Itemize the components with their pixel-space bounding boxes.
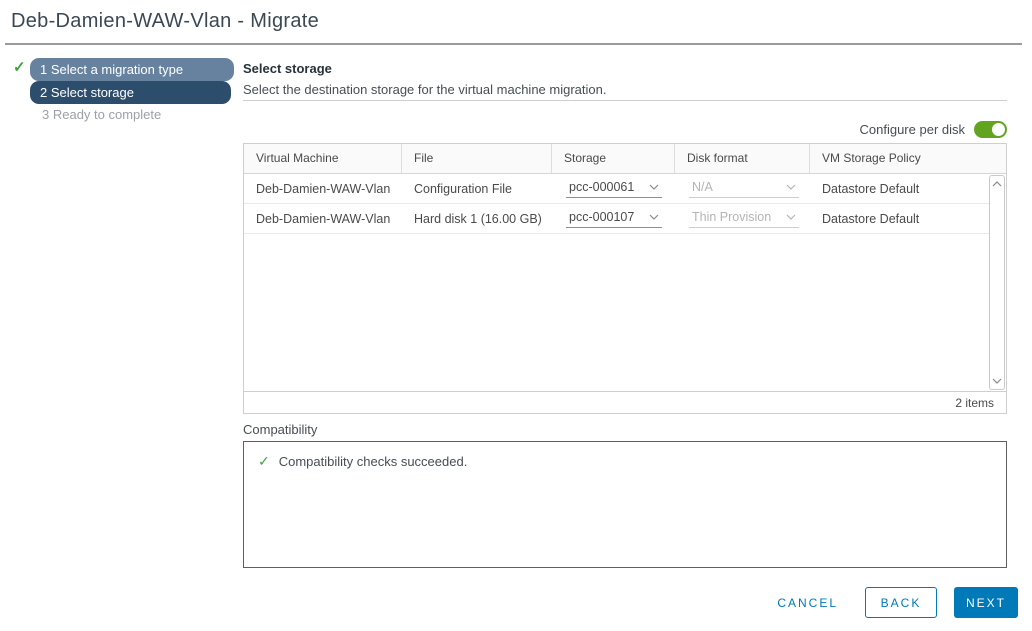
column-header-disk-format: Disk format (675, 144, 810, 173)
disk-format-select: Thin Provision (689, 209, 799, 228)
toggle-knob (992, 123, 1005, 136)
cell-file: Hard disk 1 (16.00 GB) (402, 212, 552, 226)
cell-virtual-machine: Deb-Damien-WAW-Vlan (244, 212, 402, 226)
chevron-down-icon (649, 184, 659, 190)
cell-vm-storage-policy: Datastore Default (810, 212, 989, 226)
table-scrollbar[interactable] (989, 175, 1005, 390)
table-row[interactable]: Deb-Damien-WAW-Vlan Configuration File p… (244, 174, 989, 204)
chevron-down-icon (649, 214, 659, 220)
configure-per-disk-row: Configure per disk (243, 119, 1007, 139)
storage-select[interactable]: pcc-000107 (566, 209, 662, 228)
cell-vm-storage-policy: Datastore Default (810, 182, 989, 196)
table-body: Deb-Damien-WAW-Vlan Configuration File p… (244, 174, 989, 391)
panel-description: Select the destination storage for the v… (243, 82, 606, 97)
back-button[interactable]: BACK (865, 587, 937, 618)
panel-heading: Select storage (243, 61, 332, 76)
column-header-vm-storage-policy: VM Storage Policy (810, 144, 1006, 173)
storage-table: Virtual Machine File Storage Disk format… (243, 143, 1007, 414)
table-header-row: Virtual Machine File Storage Disk format… (244, 144, 1006, 174)
chevron-down-icon (786, 214, 796, 220)
table-footer: 2 items (244, 391, 1006, 413)
wizard-step-select-storage[interactable]: 2 Select storage (30, 81, 231, 104)
wizard-step-ready-to-complete: 3 Ready to complete (42, 107, 161, 122)
disk-format-select-value: Thin Provision (692, 210, 771, 224)
column-header-storage: Storage (552, 144, 675, 173)
wizard-footer: CANCEL BACK NEXT (777, 587, 1018, 618)
storage-select[interactable]: pcc-000061 (566, 179, 662, 198)
compatibility-message: Compatibility checks succeeded. (279, 454, 468, 469)
cell-file: Configuration File (402, 182, 552, 196)
configure-per-disk-label: Configure per disk (860, 122, 966, 137)
page-title: Deb-Damien-WAW-Vlan - Migrate (11, 10, 319, 33)
title-divider (5, 43, 1022, 45)
wizard-step-select-migration-type[interactable]: 1 Select a migration type (30, 58, 234, 81)
storage-select-value: pcc-000061 (569, 180, 634, 194)
cancel-button[interactable]: CANCEL (777, 596, 838, 610)
check-icon: ✓ (13, 58, 26, 76)
chevron-down-icon (992, 378, 1002, 384)
column-header-file: File (402, 144, 552, 173)
storage-select-value: pcc-000107 (569, 210, 634, 224)
configure-per-disk-toggle[interactable] (974, 121, 1007, 138)
table-row[interactable]: Deb-Damien-WAW-Vlan Hard disk 1 (16.00 G… (244, 204, 989, 234)
chevron-down-icon (786, 184, 796, 190)
disk-format-select: N/A (689, 179, 799, 198)
column-header-virtual-machine: Virtual Machine (244, 144, 402, 173)
check-icon: ✓ (258, 454, 270, 469)
compatibility-label: Compatibility (243, 422, 317, 437)
compatibility-panel: ✓ Compatibility checks succeeded. (243, 441, 1007, 568)
disk-format-select-value: N/A (692, 180, 713, 194)
panel-divider (243, 100, 1007, 101)
cell-virtual-machine: Deb-Damien-WAW-Vlan (244, 182, 402, 196)
next-button[interactable]: NEXT (954, 587, 1018, 618)
scroll-up-button[interactable] (991, 179, 1003, 189)
chevron-up-icon (992, 181, 1002, 187)
scroll-down-button[interactable] (991, 376, 1003, 386)
items-count: 2 items (955, 396, 994, 410)
